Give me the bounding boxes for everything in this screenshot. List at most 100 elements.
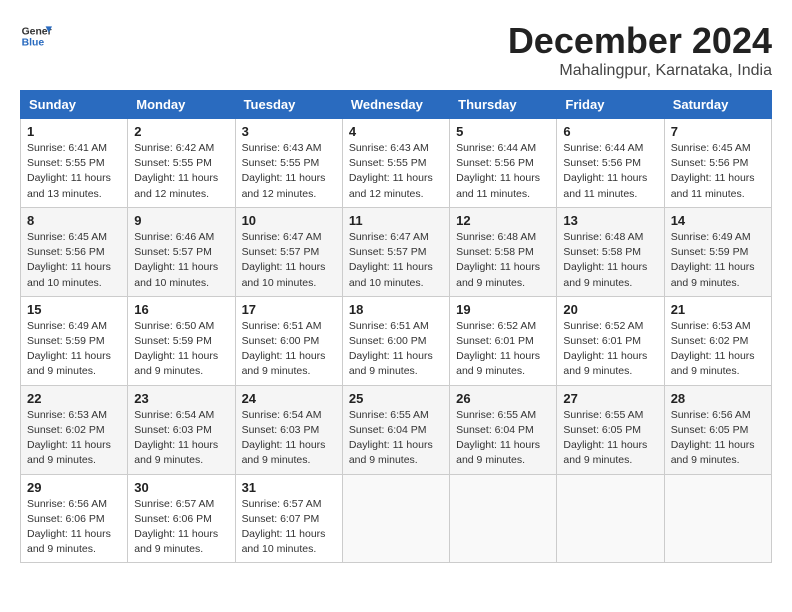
calendar-cell: 13 Sunrise: 6:48 AM Sunset: 5:58 PM Dayli… [557, 207, 664, 296]
day-info: Sunrise: 6:43 AM Sunset: 5:55 PM Dayligh… [349, 141, 443, 202]
day-info: Sunrise: 6:51 AM Sunset: 6:00 PM Dayligh… [349, 319, 443, 380]
day-number: 10 [242, 213, 336, 228]
calendar-cell: 11Sunrise: 6:47 AM Sunset: 5:57 PM Dayli… [342, 207, 449, 296]
day-number: 20 [563, 302, 657, 317]
day-number: 21 [671, 302, 765, 317]
day-info: Sunrise: 6:41 AM Sunset: 5:55 PM Dayligh… [27, 141, 121, 202]
day-info: Sunrise: 6:44 AM Sunset: 5:56 PM Dayligh… [563, 141, 657, 202]
calendar-cell [342, 474, 449, 563]
day-number: 27 [563, 391, 657, 406]
calendar-week-5: 29 Sunrise: 6:56 AM Sunset: 6:06 PM Dayli… [21, 474, 772, 563]
day-info: Sunrise: 6:45 AM Sunset: 5:56 PM Dayligh… [27, 230, 121, 291]
calendar-cell: 17 Sunrise: 6:51 AM Sunset: 6:00 PM Dayli… [235, 296, 342, 385]
day-number: 9 [134, 213, 228, 228]
day-info: Sunrise: 6:49 AM Sunset: 5:59 PM Dayligh… [27, 319, 121, 380]
day-number: 12 [456, 213, 550, 228]
day-info: Sunrise: 6:57 AM Sunset: 6:07 PM Dayligh… [242, 497, 336, 558]
day-number: 28 [671, 391, 765, 406]
svg-text:Blue: Blue [22, 38, 45, 49]
calendar-cell: 29 Sunrise: 6:56 AM Sunset: 6:06 PM Dayli… [21, 474, 128, 563]
calendar-cell: 6 Sunrise: 6:44 AM Sunset: 5:56 PM Daylig… [557, 119, 664, 208]
calendar-cell: 10 Sunrise: 6:47 AM Sunset: 5:57 PM Dayli… [235, 207, 342, 296]
day-info: Sunrise: 6:51 AM Sunset: 6:00 PM Dayligh… [242, 319, 336, 380]
day-number: 17 [242, 302, 336, 317]
day-number: 22 [27, 391, 121, 406]
calendar-cell: 27 Sunrise: 6:55 AM Sunset: 6:05 PM Dayli… [557, 385, 664, 474]
calendar-cell: 21 Sunrise: 6:53 AM Sunset: 6:02 PM Dayli… [664, 296, 771, 385]
logo: General Blue [20, 20, 52, 52]
calendar-cell: 18 Sunrise: 6:51 AM Sunset: 6:00 PM Dayli… [342, 296, 449, 385]
calendar-cell: 8 Sunrise: 6:45 AM Sunset: 5:56 PM Daylig… [21, 207, 128, 296]
calendar-week-3: 15 Sunrise: 6:49 AM Sunset: 5:59 PM Dayli… [21, 296, 772, 385]
day-info: Sunrise: 6:43 AM Sunset: 5:55 PM Dayligh… [242, 141, 336, 202]
logo-icon: General Blue [20, 20, 52, 52]
weekday-header-tuesday: Tuesday [235, 91, 342, 119]
calendar-cell: 7 Sunrise: 6:45 AM Sunset: 5:56 PM Daylig… [664, 119, 771, 208]
weekday-header-saturday: Saturday [664, 91, 771, 119]
day-number: 13 [563, 213, 657, 228]
calendar-cell: 20 Sunrise: 6:52 AM Sunset: 6:01 PM Dayli… [557, 296, 664, 385]
day-number: 24 [242, 391, 336, 406]
weekday-header-sunday: Sunday [21, 91, 128, 119]
calendar-cell: 31 Sunrise: 6:57 AM Sunset: 6:07 PM Dayli… [235, 474, 342, 563]
calendar-cell: 26 Sunrise: 6:55 AM Sunset: 6:04 PM Dayli… [450, 385, 557, 474]
day-number: 29 [27, 480, 121, 495]
day-info: Sunrise: 6:52 AM Sunset: 6:01 PM Dayligh… [563, 319, 657, 380]
day-info: Sunrise: 6:48 AM Sunset: 5:58 PM Dayligh… [563, 230, 657, 291]
calendar-cell: 1Sunrise: 6:41 AM Sunset: 5:55 PM Daylig… [21, 119, 128, 208]
calendar-cell: 24 Sunrise: 6:54 AM Sunset: 6:03 PM Dayli… [235, 385, 342, 474]
day-number: 7 [671, 124, 765, 139]
calendar-cell: 4 Sunrise: 6:43 AM Sunset: 5:55 PM Daylig… [342, 119, 449, 208]
day-info: Sunrise: 6:55 AM Sunset: 6:04 PM Dayligh… [349, 408, 443, 469]
calendar-cell: 19Sunrise: 6:52 AM Sunset: 6:01 PM Dayli… [450, 296, 557, 385]
day-info: Sunrise: 6:56 AM Sunset: 6:05 PM Dayligh… [671, 408, 765, 469]
day-info: Sunrise: 6:56 AM Sunset: 6:06 PM Dayligh… [27, 497, 121, 558]
calendar-cell: 30Sunrise: 6:57 AM Sunset: 6:06 PM Dayli… [128, 474, 235, 563]
calendar-cell: 3 Sunrise: 6:43 AM Sunset: 5:55 PM Daylig… [235, 119, 342, 208]
day-number: 15 [27, 302, 121, 317]
calendar-cell [664, 474, 771, 563]
day-number: 26 [456, 391, 550, 406]
calendar-table: SundayMondayTuesdayWednesdayThursdayFrid… [20, 90, 772, 563]
day-info: Sunrise: 6:53 AM Sunset: 6:02 PM Dayligh… [671, 319, 765, 380]
day-info: Sunrise: 6:50 AM Sunset: 5:59 PM Dayligh… [134, 319, 228, 380]
calendar-cell: 23Sunrise: 6:54 AM Sunset: 6:03 PM Dayli… [128, 385, 235, 474]
day-info: Sunrise: 6:55 AM Sunset: 6:05 PM Dayligh… [563, 408, 657, 469]
day-number: 31 [242, 480, 336, 495]
calendar-cell: 12 Sunrise: 6:48 AM Sunset: 5:58 PM Dayli… [450, 207, 557, 296]
day-info: Sunrise: 6:47 AM Sunset: 5:57 PM Dayligh… [349, 230, 443, 291]
calendar-week-1: 1Sunrise: 6:41 AM Sunset: 5:55 PM Daylig… [21, 119, 772, 208]
calendar-week-2: 8 Sunrise: 6:45 AM Sunset: 5:56 PM Daylig… [21, 207, 772, 296]
day-number: 4 [349, 124, 443, 139]
calendar-cell: 15 Sunrise: 6:49 AM Sunset: 5:59 PM Dayli… [21, 296, 128, 385]
weekday-header-friday: Friday [557, 91, 664, 119]
day-info: Sunrise: 6:45 AM Sunset: 5:56 PM Dayligh… [671, 141, 765, 202]
day-number: 8 [27, 213, 121, 228]
day-number: 18 [349, 302, 443, 317]
calendar-cell: 28 Sunrise: 6:56 AM Sunset: 6:05 PM Dayli… [664, 385, 771, 474]
calendar-cell: 16 Sunrise: 6:50 AM Sunset: 5:59 PM Dayli… [128, 296, 235, 385]
page-header: General Blue December 2024 Mahalingpur, … [20, 20, 772, 80]
day-info: Sunrise: 6:42 AM Sunset: 5:55 PM Dayligh… [134, 141, 228, 202]
day-info: Sunrise: 6:49 AM Sunset: 5:59 PM Dayligh… [671, 230, 765, 291]
day-info: Sunrise: 6:44 AM Sunset: 5:56 PM Dayligh… [456, 141, 550, 202]
title-block: December 2024 Mahalingpur, Karnataka, In… [508, 20, 772, 80]
day-number: 16 [134, 302, 228, 317]
calendar-cell [557, 474, 664, 563]
day-number: 2 [134, 124, 228, 139]
calendar-cell [450, 474, 557, 563]
location-subtitle: Mahalingpur, Karnataka, India [508, 62, 772, 80]
calendar-cell: 5Sunrise: 6:44 AM Sunset: 5:56 PM Daylig… [450, 119, 557, 208]
day-info: Sunrise: 6:47 AM Sunset: 5:57 PM Dayligh… [242, 230, 336, 291]
calendar-cell: 25Sunrise: 6:55 AM Sunset: 6:04 PM Dayli… [342, 385, 449, 474]
day-number: 6 [563, 124, 657, 139]
day-info: Sunrise: 6:52 AM Sunset: 6:01 PM Dayligh… [456, 319, 550, 380]
calendar-cell: 22 Sunrise: 6:53 AM Sunset: 6:02 PM Dayli… [21, 385, 128, 474]
day-info: Sunrise: 6:55 AM Sunset: 6:04 PM Dayligh… [456, 408, 550, 469]
day-info: Sunrise: 6:54 AM Sunset: 6:03 PM Dayligh… [242, 408, 336, 469]
weekday-header-monday: Monday [128, 91, 235, 119]
day-number: 3 [242, 124, 336, 139]
day-info: Sunrise: 6:48 AM Sunset: 5:58 PM Dayligh… [456, 230, 550, 291]
day-info: Sunrise: 6:53 AM Sunset: 6:02 PM Dayligh… [27, 408, 121, 469]
day-number: 23 [134, 391, 228, 406]
